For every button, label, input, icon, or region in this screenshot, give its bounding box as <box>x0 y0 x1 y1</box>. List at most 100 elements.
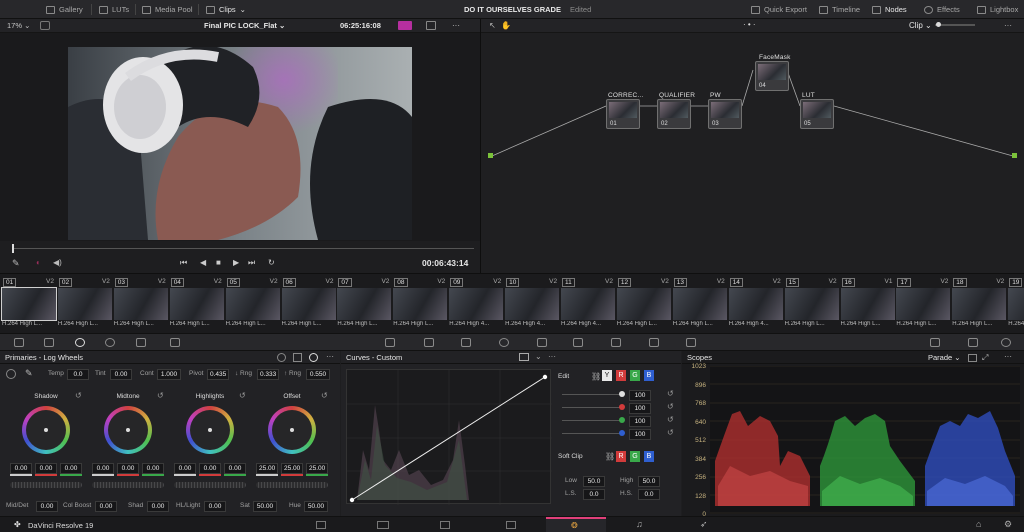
curves-mode-icon[interactable]: ⌄ <box>535 352 542 361</box>
cont-field[interactable]: 1.000 <box>157 369 181 380</box>
auto-balance-icon[interactable] <box>6 369 16 379</box>
wheel-value-g[interactable]: 25.00 <box>306 463 328 474</box>
node-zoom-handle[interactable] <box>936 22 941 27</box>
clip-thumbnail[interactable]: 05 V2 H.264 High L... <box>225 277 280 331</box>
wheel-value-g[interactable]: 0.00 <box>60 463 82 474</box>
clip-thumbnail[interactable]: 06 V2 H.264 High L... <box>281 277 336 331</box>
window-icon[interactable] <box>499 338 509 347</box>
intensity-field[interactable]: 100 <box>629 416 651 427</box>
scope-layout-icon[interactable] <box>968 354 977 362</box>
wheel-value-r[interactable]: 0.00 <box>35 463 57 474</box>
wheel-value-y[interactable]: 25.00 <box>256 463 278 474</box>
link-icon[interactable]: ⛓ <box>605 452 615 461</box>
color-wheel[interactable] <box>104 406 152 454</box>
rgb-mixer-icon[interactable] <box>136 338 146 347</box>
viewer-mode-icon[interactable] <box>398 21 412 30</box>
link-icon[interactable]: ⛓ <box>591 372 601 381</box>
wheel-value-r[interactable]: 0.00 <box>199 463 221 474</box>
deliver-page-icon[interactable]: ➶ <box>700 519 708 530</box>
wheel-value-y[interactable]: 0.00 <box>92 463 114 474</box>
intensity-slider[interactable] <box>562 394 620 395</box>
low-range-field[interactable]: 0.333 <box>257 369 279 380</box>
soft-clip-b-button[interactable]: B <box>644 451 654 462</box>
intensity-handle[interactable] <box>619 391 625 397</box>
intensity-slider[interactable] <box>562 420 620 421</box>
primaries-mode-icon[interactable] <box>277 353 286 362</box>
nodes-button[interactable]: Nodes <box>872 0 907 19</box>
clip-thumbnail[interactable]: 10 V2 H.264 High 4... <box>505 277 560 331</box>
wheel-value-r[interactable]: 25.00 <box>281 463 303 474</box>
node-04[interactable]: 04 <box>755 61 789 91</box>
intensity-handle[interactable] <box>619 417 625 423</box>
curves-menu-icon[interactable] <box>519 353 529 361</box>
tint-field[interactable]: 0.00 <box>110 369 132 380</box>
intensity-field[interactable]: 100 <box>629 403 651 414</box>
intensity-field[interactable]: 100 <box>629 390 651 401</box>
low-field[interactable]: 50.0 <box>583 476 605 487</box>
intensity-handle[interactable] <box>619 404 625 410</box>
channel-b-button[interactable]: B <box>644 370 654 381</box>
wheel-value-g[interactable]: 0.00 <box>224 463 246 474</box>
quick-export-button[interactable]: Quick Export <box>751 0 807 19</box>
loop-icon[interactable]: ↻ <box>268 258 275 267</box>
more-options-icon[interactable]: ··· <box>1004 21 1012 30</box>
hand-tool-icon[interactable]: ✋ <box>501 21 511 30</box>
clip-thumbnail[interactable]: 13 V2 H.264 High L... <box>672 277 727 331</box>
more-info-icon[interactable] <box>1001 338 1011 347</box>
primaries-wheels-icon[interactable] <box>309 353 318 362</box>
clip-thumbnail[interactable]: 11 V2 H.264 High 4... <box>561 277 615 331</box>
primaries-wheels-icon[interactable] <box>75 338 85 347</box>
clip-thumbnail[interactable]: 14 V2 H.264 High 4... <box>728 277 783 331</box>
play-icon[interactable]: ▶ <box>233 258 239 267</box>
reset-icon[interactable]: ↺ <box>667 415 674 424</box>
clip-thumbnail[interactable]: 07 V2 H.264 High L... <box>337 277 392 331</box>
node-05[interactable]: 05 <box>800 99 834 129</box>
wheel-value-y[interactable]: 0.00 <box>174 463 196 474</box>
node-01[interactable]: 01 <box>606 99 640 129</box>
hdr-wheels-icon[interactable] <box>105 338 115 347</box>
temp-field[interactable]: 0.0 <box>67 369 89 380</box>
intensity-slider[interactable] <box>562 433 620 434</box>
scopes-icon[interactable] <box>930 338 940 347</box>
sizing-icon[interactable] <box>686 338 696 347</box>
clip-thumbnail[interactable]: 18 V2 H.264 High L... <box>952 277 1007 331</box>
clip-thumbnail[interactable]: 16 V1 H.264 High L... <box>840 277 895 331</box>
timeline-name[interactable]: Final PIC LOCK_Flat ⌄ <box>204 21 285 30</box>
reverse-play-icon[interactable]: ◀ <box>200 258 206 267</box>
soft-clip-g-button[interactable]: G <box>630 451 640 462</box>
qualifier-icon[interactable] <box>461 338 471 347</box>
clip-thumbnail[interactable]: 17 V2 H.264 High L... <box>896 277 951 331</box>
shadows-field[interactable]: 0.00 <box>147 501 169 512</box>
pointer-tool-icon[interactable]: ↖ <box>489 21 496 30</box>
intensity-field[interactable]: 100 <box>629 429 651 440</box>
clips-tab[interactable]: Clips ⌄ <box>206 0 246 19</box>
cut-page-icon[interactable] <box>377 521 389 529</box>
saturation-field[interactable]: 50.00 <box>253 501 277 512</box>
wheel-value-y[interactable]: 0.00 <box>10 463 32 474</box>
color-wheel[interactable] <box>268 406 316 454</box>
ls-field[interactable]: 0.0 <box>583 489 605 500</box>
expand-icon[interactable]: ⤢ <box>982 353 988 363</box>
hs-field[interactable]: 0.0 <box>638 489 660 500</box>
node-mode-select[interactable]: Clip ⌄ <box>909 21 932 30</box>
pivot-field[interactable]: 0.435 <box>207 369 229 380</box>
first-frame-icon[interactable]: ⏮ <box>180 258 187 268</box>
edit-page-icon[interactable] <box>440 521 450 529</box>
clip-thumbnail[interactable]: 12 V2 H.264 High L... <box>616 277 671 331</box>
more-options-icon[interactable]: ··· <box>452 21 460 30</box>
node-02[interactable]: 02 <box>657 99 691 129</box>
master-wheel-jog[interactable] <box>10 482 82 488</box>
master-wheel-jog[interactable] <box>256 482 328 488</box>
fairlight-page-icon[interactable]: ♫ <box>636 519 643 529</box>
channel-r-button[interactable]: R <box>616 370 626 381</box>
media-pool-tab[interactable]: Media Pool <box>142 0 193 19</box>
playhead[interactable] <box>12 244 14 253</box>
reset-icon[interactable]: ↺ <box>75 391 82 400</box>
last-frame-icon[interactable]: ⏭ <box>248 258 255 268</box>
zoom-select[interactable]: 17% ⌄ <box>7 21 30 30</box>
reset-icon[interactable]: ↺ <box>667 402 674 411</box>
blur-icon[interactable] <box>611 338 621 347</box>
clip-thumbnail[interactable]: 15 V2 H.264 High L... <box>784 277 839 331</box>
node-zoom-slider[interactable] <box>935 24 975 26</box>
color-wheel[interactable] <box>186 406 234 454</box>
